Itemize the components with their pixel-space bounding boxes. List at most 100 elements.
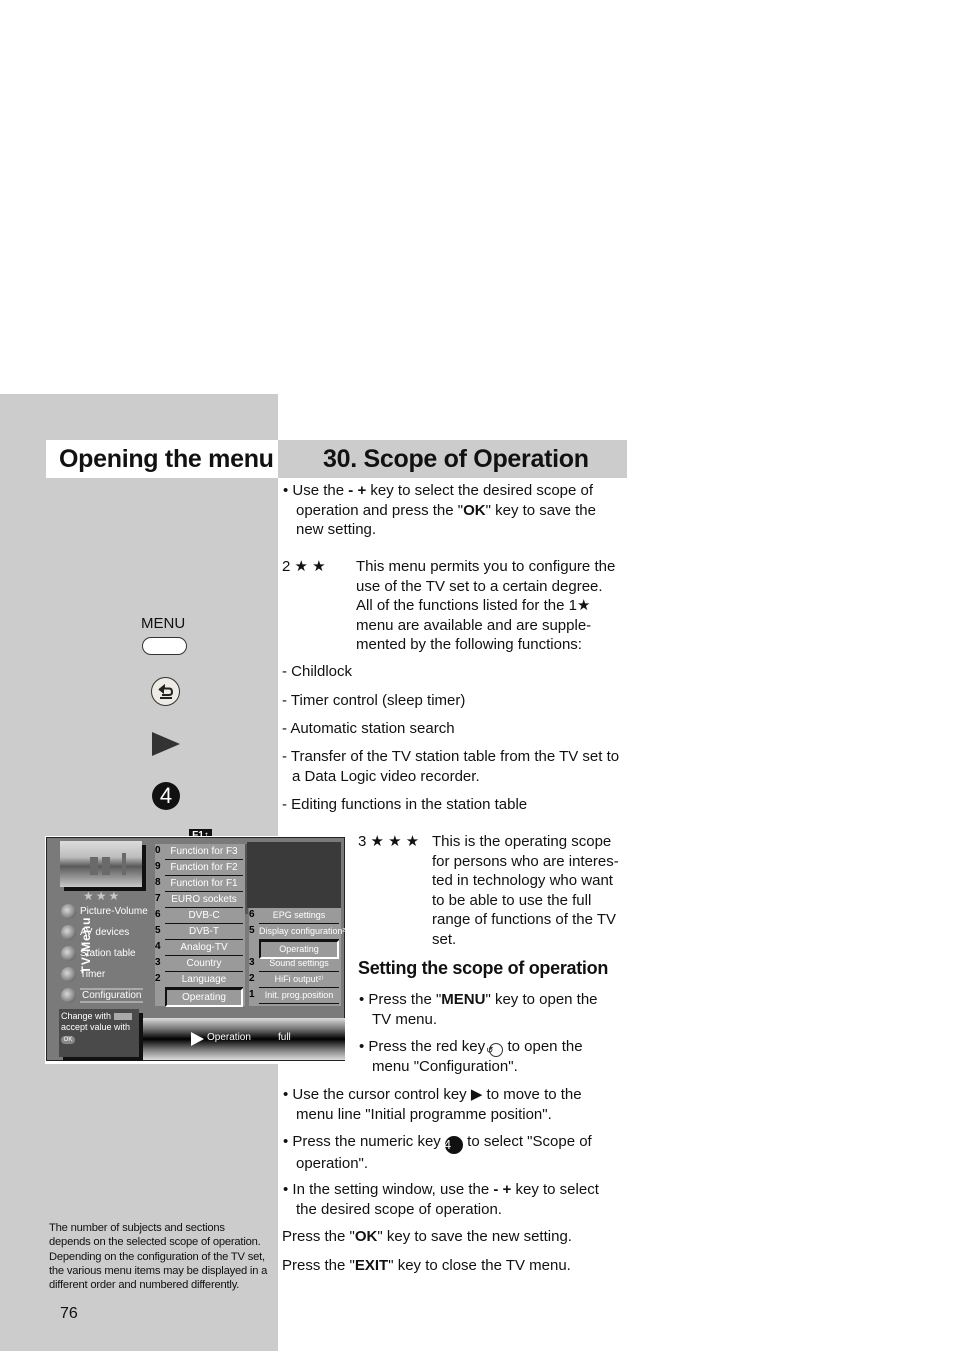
level2-label: 2 ★ ★ xyxy=(282,557,326,577)
ok-key-text: OK xyxy=(354,1228,378,1245)
item-number: 6 xyxy=(249,909,255,920)
ball-icon xyxy=(61,903,76,919)
step-exit: Press the "EXIT" key to close the TV men… xyxy=(282,1256,622,1276)
footnote: The number of subjects and sections depe… xyxy=(49,1222,268,1292)
config-list-item-selected[interactable]: Operating xyxy=(155,988,245,1007)
config-list-item[interactable]: 5 DVB-T xyxy=(155,924,245,940)
config-list-item[interactable]: 3 Country xyxy=(155,956,245,972)
text: menu are available and are supple-mented… xyxy=(356,616,592,654)
config-list-item[interactable]: 4 Analog-TV xyxy=(155,940,245,956)
tower-shape xyxy=(90,857,98,875)
tv-menu-item-timer[interactable]: Timer xyxy=(61,965,105,983)
text: " key to save the new setting. xyxy=(377,1228,572,1245)
function-item: - Transfer of the TV station table from … xyxy=(282,748,620,785)
level-number: 3 xyxy=(358,833,367,850)
text: In the setting window, use the xyxy=(292,1181,494,1198)
initial-position-submenu: 6 EPG settings 5 Display configuration²⁾ O… xyxy=(249,908,348,1006)
key-text: - + xyxy=(348,482,367,499)
item-number: 3 xyxy=(155,957,161,968)
item-number: 2 xyxy=(155,973,161,984)
item-label: HiFi output²⁾ xyxy=(259,972,339,988)
tv-hint-box: Change with accept value with OK xyxy=(59,1009,139,1057)
tv-screen-inner: ★★★ TV-Menu Picture-Volume AV devices St… xyxy=(46,837,348,1061)
item-label: DVB-T xyxy=(165,924,243,940)
tv-menu-item-station-table[interactable]: Station table xyxy=(61,944,136,962)
submenu-item[interactable]: 1 Init. prog.position xyxy=(249,988,341,1004)
item-number: 2 xyxy=(249,973,255,984)
item-label: Sound settings xyxy=(259,956,339,972)
submenu-item-selected[interactable]: Operating xyxy=(249,940,341,959)
function-item: - Childlock xyxy=(282,663,353,680)
text: Press the " xyxy=(368,991,442,1008)
text: " key to close the TV menu. xyxy=(388,1257,571,1274)
tv-preview-image xyxy=(60,841,142,887)
tv-menu-item-picture-volume[interactable]: Picture-Volume xyxy=(61,902,148,920)
function-item: - Timer control (sleep timer) xyxy=(282,692,466,709)
config-list-item[interactable]: 0 Function for F3 xyxy=(155,844,245,860)
level3-description: This is the operating scope for persons … xyxy=(432,833,619,948)
tv-screen: ★★★ TV-Menu Picture-Volume AV devices St… xyxy=(45,836,348,1064)
item-label: Function for F2 xyxy=(165,860,243,876)
config-list-item[interactable]: 7 EURO sockets xyxy=(155,892,245,908)
ball-icon xyxy=(61,924,76,940)
level2-description: This menu permits you to configure the u… xyxy=(356,557,620,655)
menu-key-text: MENU xyxy=(441,991,486,1008)
exit-key-text: EXIT xyxy=(354,1257,389,1274)
config-list-item[interactable]: 2 Language xyxy=(155,972,245,988)
step-menu: • Press the "MENU" key to open the TV me… xyxy=(359,991,598,1028)
ok-key-icon: OK xyxy=(61,1036,75,1044)
tv-menu-label: AV devices xyxy=(80,926,130,938)
star-icon: ★ xyxy=(576,597,591,614)
return-key-icon: ↺ xyxy=(486,1043,504,1057)
text: Press the " xyxy=(282,1257,355,1274)
item-number: 6 xyxy=(155,909,161,920)
item-number: 7 xyxy=(155,893,161,904)
menu-key-label: MENU xyxy=(141,615,186,632)
config-list-item[interactable]: 6 DVB-C xyxy=(155,908,245,924)
return-key-icon xyxy=(151,677,180,706)
numeric-key-4-icon: 4 xyxy=(444,1136,463,1154)
item-number: 1 xyxy=(249,989,255,1000)
level3-label: 3 ★ ★ ★ xyxy=(358,832,419,852)
section-heading: Setting the scope of operation xyxy=(358,958,609,978)
submenu-item[interactable]: 6 EPG settings xyxy=(249,908,341,924)
hint-text: Change with xyxy=(61,1011,112,1021)
ball-icon xyxy=(61,987,76,1003)
star-icon: ★ ★ xyxy=(294,558,326,575)
tv-menu-label: Picture-Volume xyxy=(80,905,148,917)
cursor-right-key-icon xyxy=(152,732,180,756)
item-label: EURO sockets xyxy=(165,892,243,908)
ok-key-text: OK xyxy=(463,501,486,519)
tv-menu-label: Timer xyxy=(80,968,106,980)
setting-value[interactable]: full xyxy=(278,1032,291,1043)
item-number: 8 xyxy=(155,877,161,888)
cursor-right-icon: ▶ xyxy=(470,1086,483,1103)
config-list-item[interactable]: 8 Function for F1 xyxy=(155,876,245,892)
config-list-item[interactable]: 9 Function for F2 xyxy=(155,860,245,876)
configuration-list: 0 Function for F3 9 Function for F2 8 Funct… xyxy=(155,844,245,1007)
item-label: Function for F3 xyxy=(165,844,243,860)
tv-menu-label: Station table xyxy=(80,947,136,959)
section-title-left: Opening the menu xyxy=(46,440,278,478)
item-label: Language xyxy=(165,972,243,988)
item-label: Function for F1 xyxy=(165,876,243,892)
item-label: Display configuration²⁾ xyxy=(259,924,348,940)
submenu-item[interactable]: 5 Display configuration²⁾ xyxy=(249,924,348,940)
step-red-key: • Press the red key ↺ to open the menu "… xyxy=(359,1038,583,1075)
play-arrow-icon xyxy=(191,1032,204,1046)
text: Use the cursor control key xyxy=(292,1086,471,1103)
intro-bullet: • Use the - + key to select the desired … xyxy=(283,482,596,538)
step-numeric: • Press the numeric key 4 to select "Sco… xyxy=(283,1133,592,1172)
text: Press the " xyxy=(282,1228,355,1245)
item-number: 4 xyxy=(155,941,161,952)
text: Use the xyxy=(292,482,349,499)
submenu-item[interactable]: 2 HiFi output²⁾ xyxy=(249,972,341,988)
text: Press the red key xyxy=(368,1038,490,1055)
item-label: Country xyxy=(165,956,243,972)
tv-menu-item-av-devices[interactable]: AV devices xyxy=(61,923,129,941)
text: Press the numeric key xyxy=(292,1133,445,1150)
tv-menu-item-configuration[interactable]: Configuration xyxy=(61,986,144,1004)
item-number: 5 xyxy=(249,925,255,936)
submenu-item[interactable]: 3 Sound settings xyxy=(249,956,341,972)
setting-bar: Operation full xyxy=(143,1018,345,1060)
